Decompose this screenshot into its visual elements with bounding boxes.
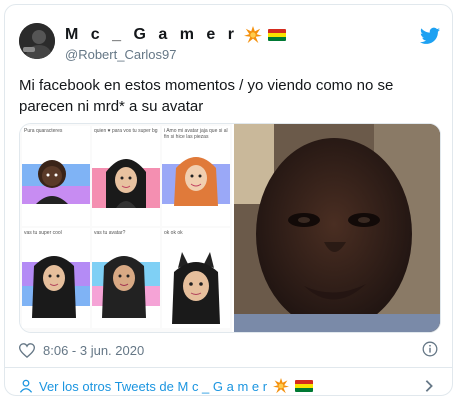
- more-tweets-link[interactable]: Ver los otros Tweets de M c _ G a m e r: [19, 377, 314, 395]
- author-name-row[interactable]: M c _ G a m e r: [65, 25, 286, 45]
- collage-cell: vas tu avatar?: [92, 228, 160, 328]
- collage-cell: quien ♥ para vos tu super bg: [92, 126, 160, 226]
- collage-cell: i Amo mi avatar jaja que si al fin si hi…: [162, 126, 230, 226]
- collage-caption: vas tu super cool: [24, 230, 62, 236]
- facebook-avatars-collage[interactable]: Pura quaracteres quien ♥ para vos tu sup…: [20, 124, 234, 332]
- bolivia-flag-icon: [267, 29, 286, 41]
- more-tweets-label[interactable]: Ver los otros Tweets de M c _ G a m e r: [39, 379, 267, 394]
- author-handle[interactable]: @Robert_Carlos97: [65, 47, 176, 62]
- avatar[interactable]: [19, 23, 55, 59]
- tweet-media[interactable]: Pura quaracteres quien ♥ para vos tu sup…: [19, 123, 441, 333]
- collage-caption: quien ♥ para vos tu super bg: [94, 128, 158, 134]
- collision-emoji-icon: [243, 26, 262, 44]
- collage-cell: vas tu super cool: [22, 228, 90, 328]
- collision-emoji-icon: [273, 378, 290, 394]
- heart-icon[interactable]: [19, 342, 35, 358]
- collage-caption: vas tu avatar?: [94, 230, 126, 236]
- timestamp[interactable]: 8:06 - 3 jun. 2020: [43, 343, 144, 358]
- tweet-card: M c _ G a m e r @Robert_Carlos97 Mi face…: [4, 4, 453, 396]
- info-icon[interactable]: [422, 341, 438, 357]
- display-name[interactable]: M c _ G a m e r: [65, 26, 238, 44]
- reaction-photo[interactable]: [234, 124, 440, 332]
- collage-cell: Pura quaracteres: [22, 126, 90, 226]
- tweet-text: Mi facebook en estos momentos / yo viend…: [19, 77, 394, 115]
- tweet-meta: 8:06 - 3 jun. 2020: [19, 341, 144, 359]
- collage-caption: i Amo mi avatar jaja que si al fin si hi…: [164, 128, 228, 140]
- twitter-bird-icon[interactable]: [420, 27, 440, 45]
- divider: [5, 367, 452, 368]
- person-icon: [19, 379, 33, 393]
- bolivia-flag-icon: [295, 380, 314, 392]
- chevron-right-icon[interactable]: [424, 379, 434, 393]
- collage-cell: ok ok ok: [162, 228, 230, 328]
- collage-caption: ok ok ok: [164, 230, 183, 236]
- collage-caption: Pura quaracteres: [24, 128, 63, 134]
